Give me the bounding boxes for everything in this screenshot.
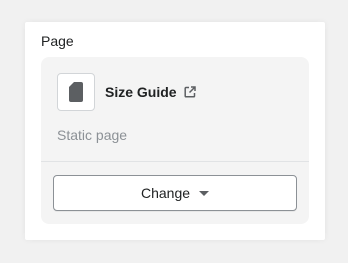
page-selection-panel: Size Guide Static page Change <box>41 57 309 224</box>
caret-down-icon <box>199 190 210 196</box>
page-type-label: Static page <box>57 127 128 143</box>
document-icon <box>69 82 83 102</box>
page-name: Size Guide <box>105 84 177 100</box>
section-title: Page <box>41 33 74 49</box>
change-button-label: Change <box>140 185 191 201</box>
selected-page-info: Size Guide Static page <box>41 57 309 161</box>
external-link-icon[interactable] <box>184 86 196 98</box>
page-thumbnail <box>57 73 95 111</box>
page-title-link[interactable]: Size Guide <box>105 84 196 100</box>
change-button[interactable]: Change <box>53 175 297 211</box>
divider <box>41 161 309 162</box>
page-card: Page Size Guide Static page Change <box>25 22 325 240</box>
